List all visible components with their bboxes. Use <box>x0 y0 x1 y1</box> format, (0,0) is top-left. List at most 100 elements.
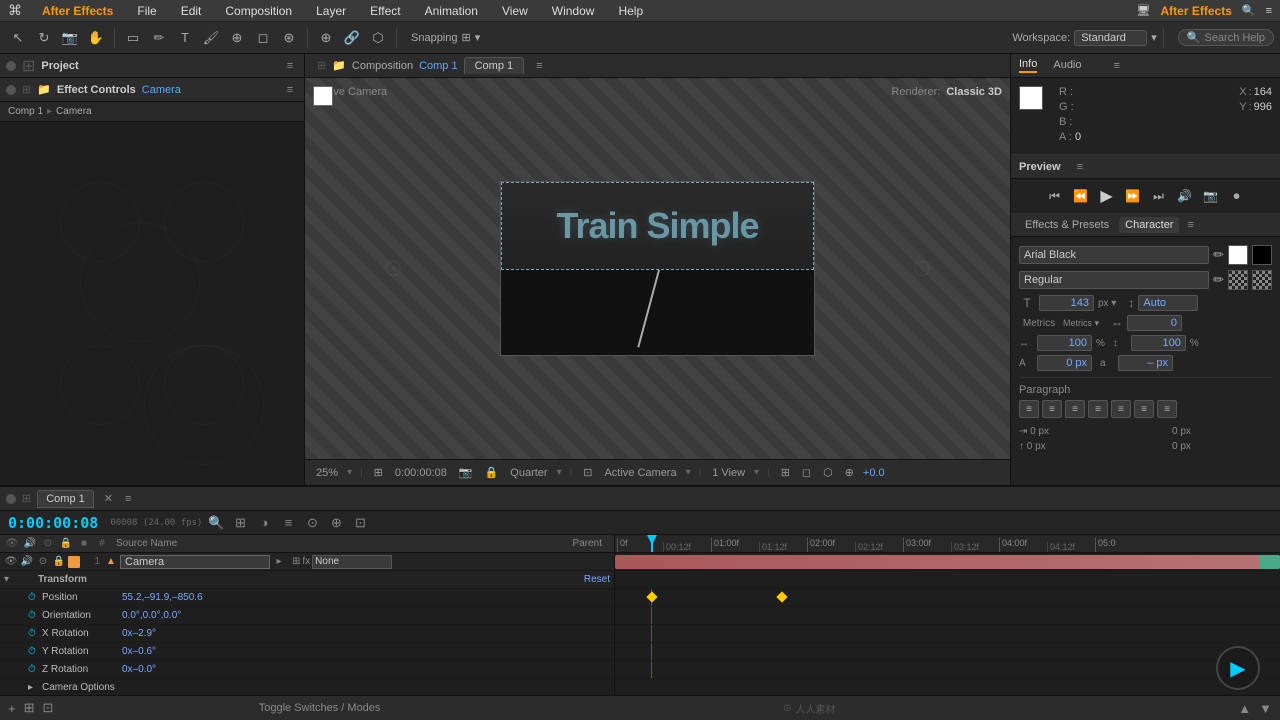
orientation-prop-value[interactable]: 0.0°,0.0°,0.0° <box>122 610 181 621</box>
toggle-switches-label[interactable]: Toggle Switches / Modes <box>259 702 381 714</box>
menu-composition[interactable]: Composition <box>221 2 296 20</box>
position-stopwatch-icon[interactable]: ⏱ <box>28 592 42 603</box>
toolbar-brush-tool[interactable]: 🖌 <box>199 26 223 50</box>
toolbar-puppet-tool[interactable]: ⊛ <box>277 26 301 50</box>
timeline-search-btn[interactable]: 🔍 <box>206 513 226 533</box>
toolbar-pan-tool[interactable]: ✋ <box>84 26 108 50</box>
orientation-stopwatch-icon[interactable]: ⏱ <box>28 610 42 621</box>
menu-after-effects[interactable]: After Effects <box>38 2 117 20</box>
preview-snapshot-btn[interactable]: 📷 <box>1200 185 1222 207</box>
effect-close-dot[interactable] <box>6 85 16 95</box>
col-lock-icon[interactable]: 🔒 <box>58 538 74 549</box>
layer-name-box[interactable]: Camera <box>120 555 270 569</box>
toolbar-rotation-tool[interactable]: ↻ <box>32 26 56 50</box>
toolbar-eraser-tool[interactable]: ◻ <box>251 26 275 50</box>
menu-extra-icon[interactable]: ≡ <box>1266 5 1272 17</box>
preview-record-btn[interactable]: ⏺ <box>1226 185 1248 207</box>
menu-file[interactable]: File <box>133 2 160 20</box>
font-style-select[interactable]: Regular <box>1019 271 1209 289</box>
layer-audio-icon[interactable]: 🔊 <box>20 556 34 567</box>
scale-h-input[interactable] <box>1037 335 1092 351</box>
keyframe-diamond-2[interactable] <box>776 591 787 602</box>
snapping-expand-icon[interactable]: ▾ <box>475 31 481 44</box>
search-magnifier-icon[interactable]: 🔍 <box>1242 4 1256 17</box>
toolbar-select-tool[interactable]: ↖ <box>6 26 30 50</box>
font-style-edit-icon[interactable]: ✏ <box>1213 272 1224 288</box>
comp-exposure-display[interactable]: +0.0 <box>863 467 885 479</box>
comp-snapshot-icon[interactable]: 📷 <box>456 466 476 479</box>
col-label-icon[interactable]: ■ <box>76 538 92 549</box>
tsb-input[interactable] <box>1118 355 1173 371</box>
timeline-ruler[interactable]: 0f 00:12f 01:00f 01:12f 02:00f 02:12f 03… <box>615 535 1280 553</box>
baseline-input[interactable] <box>1037 355 1092 371</box>
color-swatch-white[interactable] <box>313 86 333 106</box>
preview-first-frame-btn[interactable]: ⏮ <box>1044 185 1066 207</box>
menu-animation[interactable]: Animation <box>421 2 482 20</box>
project-close-dot[interactable] <box>6 61 16 71</box>
effect-lock-icon[interactable]: ⊞ <box>22 83 31 96</box>
toolbar-anchor-tool[interactable]: ⊕ <box>314 26 338 50</box>
preview-play-btn[interactable]: ▶ <box>1096 185 1118 207</box>
comp-3d-icon[interactable]: ⬡ <box>820 466 836 479</box>
preview-rewind-btn[interactable]: ⏪ <box>1070 185 1092 207</box>
comp-snap-icon[interactable]: ⊕ <box>842 466 857 479</box>
justify-left-btn[interactable]: ≡ <box>1088 400 1108 418</box>
renderer-value[interactable]: Classic 3D <box>946 86 1002 98</box>
zrot-prop-value[interactable]: 0x–0.0° <box>122 664 156 675</box>
layer-switches-icon[interactable]: ⊞ <box>292 556 300 567</box>
timeline-tab[interactable]: Comp 1 <box>37 490 94 508</box>
preview-last-frame-btn[interactable]: ⏭ <box>1148 185 1170 207</box>
comp-grid-icon[interactable]: ⊞ <box>778 466 793 479</box>
font-name-select[interactable]: Arial Black <box>1019 246 1209 264</box>
toolbar-parenting-tool[interactable]: 🔗 <box>340 26 364 50</box>
layer-effects-icon[interactable]: fx <box>302 556 310 567</box>
keyframe-diamond-1[interactable] <box>646 591 657 602</box>
breadcrumb-comp[interactable]: Comp 1 <box>8 106 43 117</box>
toolbar-camera-tool[interactable]: 📷 <box>58 26 82 50</box>
comp-view-count[interactable]: 1 View <box>709 467 748 479</box>
justify-center-btn[interactable]: ≡ <box>1111 400 1131 418</box>
layer-parent-select[interactable]: None <box>312 555 392 569</box>
xrot-stopwatch-icon[interactable]: ⏱ <box>28 628 42 639</box>
toolbar-3d-tool[interactable]: ⬡ <box>366 26 390 50</box>
col-solo-icon[interactable]: ⊙ <box>40 538 56 549</box>
justify-right-btn[interactable]: ≡ <box>1134 400 1154 418</box>
leading-select[interactable]: Auto <box>1138 295 1198 311</box>
xrot-prop-value[interactable]: 0x–2.9° <box>122 628 156 639</box>
menu-view[interactable]: View <box>498 2 532 20</box>
layer-solo-icon[interactable]: ⊙ <box>36 556 50 567</box>
project-menu-icon[interactable]: ≡ <box>282 58 298 74</box>
char-color-swatch4[interactable] <box>1252 270 1272 290</box>
search-help-box[interactable]: 🔍 Search Help <box>1178 29 1274 46</box>
zrot-stopwatch-icon[interactable]: ⏱ <box>28 664 42 675</box>
char-color-swatch2[interactable] <box>1252 245 1272 265</box>
comp-resolution-icon[interactable]: ⊞ <box>371 466 386 479</box>
justify-all-btn[interactable]: ≡ <box>1157 400 1177 418</box>
info-menu-icon[interactable]: ≡ <box>1114 60 1120 72</box>
char-menu-icon[interactable]: ≡ <box>1187 219 1193 231</box>
menu-edit[interactable]: Edit <box>177 2 206 20</box>
menu-layer[interactable]: Layer <box>312 2 350 20</box>
preview-audio-btn[interactable]: 🔊 <box>1174 185 1196 207</box>
timeline-lock-btn[interactable]: ⊕ <box>326 513 346 533</box>
timeline-comp-btn[interactable]: ⊡ <box>350 513 370 533</box>
bottom-collapse-icon[interactable]: ⊡ <box>43 700 54 716</box>
project-lock-icon[interactable]: ⊞ <box>22 56 35 76</box>
align-right-btn[interactable]: ≡ <box>1065 400 1085 418</box>
toolbar-clone-tool[interactable]: ⊕ <box>225 26 249 50</box>
big-play-button[interactable]: ▶ <box>1216 646 1260 690</box>
bottom-layer-icon[interactable]: ⊞ <box>24 700 35 716</box>
comp-quality-display[interactable]: Quarter <box>507 467 550 479</box>
preview-forward-btn[interactable]: ⏩ <box>1122 185 1144 207</box>
position-prop-value[interactable]: 55.2,–91.9,–850.6 <box>122 592 203 603</box>
layer-expand-icon[interactable]: ▸ <box>272 556 286 567</box>
font-edit-icon[interactable]: ✏ <box>1213 247 1224 263</box>
layer-lock-icon[interactable]: 🔒 <box>52 556 66 567</box>
toolbar-pen-tool[interactable]: ✏ <box>147 26 171 50</box>
char-color-swatch1[interactable] <box>1228 245 1248 265</box>
comp-text-layer[interactable]: Train Simple <box>556 205 758 247</box>
yrot-stopwatch-icon[interactable]: ⏱ <box>28 646 42 657</box>
align-left-btn[interactable]: ≡ <box>1019 400 1039 418</box>
tab-audio[interactable]: Audio <box>1053 59 1081 72</box>
timeline-menu-icon[interactable]: ≡ <box>125 493 131 505</box>
